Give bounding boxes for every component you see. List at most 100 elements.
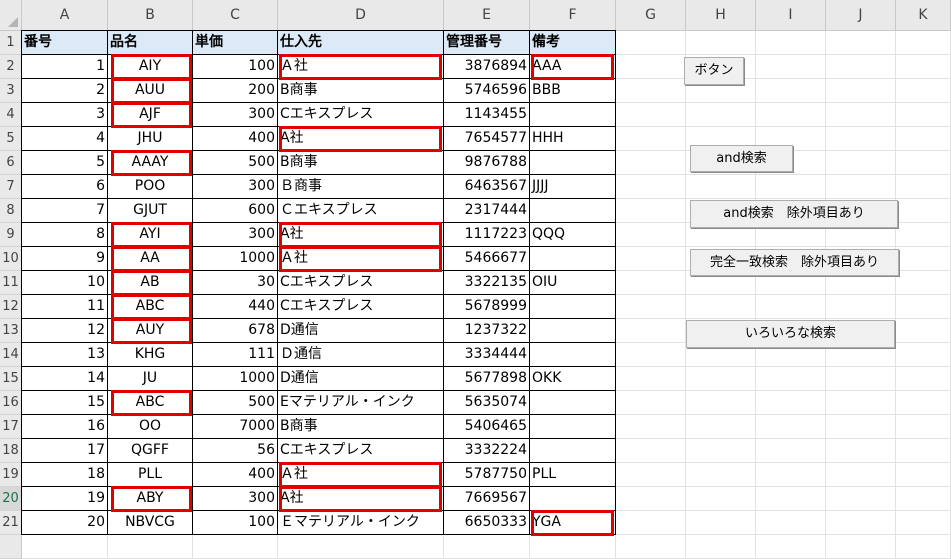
table-cell[interactable]: A社 [278, 223, 444, 247]
empty-cell[interactable] [616, 295, 686, 319]
table-cell[interactable]: 13 [22, 343, 108, 367]
table-cell[interactable]: 200 [193, 79, 278, 103]
table-cell[interactable]: Cエキスプレス [278, 295, 444, 319]
row-header-2[interactable]: 2 [0, 55, 22, 79]
table-cell[interactable]: 400 [193, 463, 278, 487]
table-cell[interactable]: 300 [193, 103, 278, 127]
empty-cell[interactable] [616, 487, 686, 511]
table-cell[interactable]: PLL [108, 463, 193, 487]
empty-cell[interactable] [826, 103, 896, 127]
table-cell[interactable]: 56 [193, 439, 278, 463]
row-header-8[interactable]: 8 [0, 199, 22, 223]
select-all-corner[interactable] [0, 0, 22, 31]
table-cell[interactable]: 5 [22, 151, 108, 175]
table-cell[interactable]: 100 [193, 55, 278, 79]
table-cell[interactable] [530, 151, 616, 175]
column-header-b[interactable]: B [108, 0, 193, 31]
header-cell-f[interactable]: 備考 [530, 31, 616, 55]
table-cell[interactable]: 400 [193, 127, 278, 151]
table-cell[interactable]: JHU [108, 127, 193, 151]
empty-cell[interactable] [896, 535, 951, 559]
table-cell[interactable]: AA [108, 247, 193, 271]
header-cell-b[interactable]: 品名 [108, 31, 193, 55]
table-cell[interactable]: PLL [530, 463, 616, 487]
empty-cell[interactable] [686, 463, 756, 487]
table-cell[interactable]: NBVCG [108, 511, 193, 535]
empty-cell[interactable] [616, 247, 686, 271]
table-cell[interactable]: AUU [108, 79, 193, 103]
table-cell[interactable]: AAA [530, 55, 616, 79]
empty-cell[interactable] [896, 55, 951, 79]
empty-cell[interactable] [616, 175, 686, 199]
empty-cell[interactable] [756, 439, 826, 463]
column-header-a[interactable]: A [22, 0, 108, 31]
empty-cell[interactable] [756, 79, 826, 103]
empty-cell[interactable] [826, 463, 896, 487]
table-cell[interactable]: 300 [193, 223, 278, 247]
table-cell[interactable]: Ｃエキスプレス [278, 199, 444, 223]
table-cell[interactable]: 9 [22, 247, 108, 271]
table-cell[interactable]: OKK [530, 367, 616, 391]
table-cell[interactable]: 1000 [193, 367, 278, 391]
empty-cell[interactable] [826, 31, 896, 55]
empty-cell[interactable] [686, 391, 756, 415]
table-cell[interactable]: 1143455 [444, 103, 530, 127]
table-cell[interactable]: ABC [108, 391, 193, 415]
empty-cell[interactable] [616, 319, 686, 343]
table-cell[interactable]: 7 [22, 199, 108, 223]
table-cell[interactable]: 14 [22, 367, 108, 391]
empty-cell[interactable] [616, 463, 686, 487]
table-cell[interactable]: 1000 [193, 247, 278, 271]
table-cell[interactable]: KHG [108, 343, 193, 367]
table-cell[interactable]: B商事 [278, 415, 444, 439]
empty-cell[interactable] [896, 343, 951, 367]
table-cell[interactable]: D通信 [278, 319, 444, 343]
header-cell-c[interactable]: 単価 [193, 31, 278, 55]
row-header-14[interactable]: 14 [0, 343, 22, 367]
empty-cell[interactable] [686, 103, 756, 127]
table-cell[interactable] [530, 247, 616, 271]
empty-cell[interactable] [756, 295, 826, 319]
table-cell[interactable]: 300 [193, 175, 278, 199]
table-cell[interactable]: A社 [278, 127, 444, 151]
empty-cell[interactable] [896, 415, 951, 439]
empty-cell[interactable] [616, 79, 686, 103]
table-cell[interactable]: AIY [108, 55, 193, 79]
table-cell[interactable] [530, 487, 616, 511]
table-cell[interactable]: 17 [22, 439, 108, 463]
row-header-11[interactable]: 11 [0, 271, 22, 295]
empty-cell[interactable] [896, 31, 951, 55]
table-cell[interactable]: 678 [193, 319, 278, 343]
row-header-9[interactable]: 9 [0, 223, 22, 247]
table-cell[interactable]: 6463567 [444, 175, 530, 199]
empty-cell[interactable] [616, 535, 686, 559]
table-cell[interactable]: AUY [108, 319, 193, 343]
empty-cell[interactable] [756, 535, 826, 559]
table-cell[interactable]: JU [108, 367, 193, 391]
empty-cell[interactable] [896, 79, 951, 103]
empty-cell[interactable] [756, 487, 826, 511]
row-header-21[interactable]: 21 [0, 511, 22, 535]
table-cell[interactable]: 9876788 [444, 151, 530, 175]
table-cell[interactable]: OIU [530, 271, 616, 295]
column-header-k[interactable]: K [896, 0, 951, 31]
table-cell[interactable]: A社 [278, 487, 444, 511]
column-header-j[interactable]: J [826, 0, 896, 31]
empty-cell[interactable] [756, 511, 826, 535]
table-cell[interactable]: YGA [530, 511, 616, 535]
empty-cell[interactable] [896, 175, 951, 199]
table-cell[interactable]: Eマテリアル・インク [278, 391, 444, 415]
table-cell[interactable]: 3876894 [444, 55, 530, 79]
various-search-button[interactable]: いろいろな検索 [686, 320, 895, 348]
table-cell[interactable]: 11 [22, 295, 108, 319]
row-header-5[interactable]: 5 [0, 127, 22, 151]
table-cell[interactable]: JJJJ [530, 175, 616, 199]
empty-cell[interactable] [756, 31, 826, 55]
table-cell[interactable]: AJF [108, 103, 193, 127]
table-cell[interactable]: 500 [193, 391, 278, 415]
table-cell[interactable]: 3332224 [444, 439, 530, 463]
empty-cell[interactable] [826, 415, 896, 439]
empty-cell[interactable] [616, 271, 686, 295]
row-header-18[interactable]: 18 [0, 439, 22, 463]
table-cell[interactable]: 5406465 [444, 415, 530, 439]
